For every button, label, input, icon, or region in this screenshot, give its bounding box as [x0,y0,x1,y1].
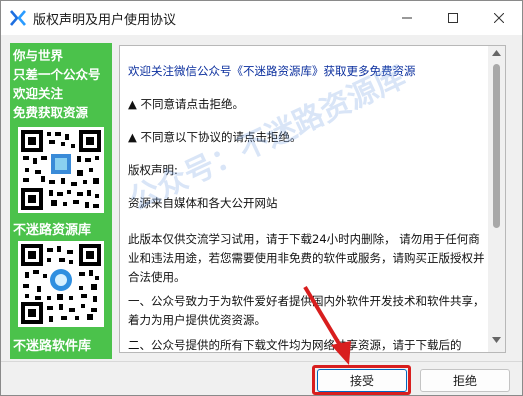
qr-code-image [18,127,104,213]
maximize-icon [448,12,458,23]
agreement-paragraph: 此版本仅供交流学习试用，请于下载24小时内删除， 请勿用于任何商业和违法用途，若… [128,232,485,284]
qr-caption: 不迷路软件库 [13,339,92,354]
x-logo-icon [9,9,27,27]
qr-code-image [18,241,104,327]
promo-line: 欢迎关注 [13,86,64,101]
accept-button[interactable]: 接受 [317,369,407,392]
promo-line: 免费获取资源 [13,105,89,120]
window-title: 版权声明及用户使用协议 [33,13,177,28]
agreement-paragraph: 资源来自媒体和各大公开网站 [128,196,278,210]
agreement-paragraph: 版权声明: [128,163,178,177]
scroll-down-arrow-icon [492,337,501,343]
minimize-button[interactable] [384,1,430,34]
minimize-icon [402,17,412,18]
promo-line: 你与世界 [13,48,64,63]
agreement-paragraph: 一、公众号致力于为软件爱好者提供国内外软件开发技术和软件共享，着力为用户提供优资… [128,294,485,327]
agreement-dialog: 版权声明及用户使用协议 你与世界 只差一个公众号 欢迎关注 免费获取资源 不迷路… [0,0,523,396]
close-button[interactable] [476,1,522,34]
agreement-paragraph: ▲ 不同意以下协议的请点击拒绝。 [128,130,302,144]
scroll-up-arrow-icon [492,50,501,56]
agreement-paragraph: ▲ 不同意请点击拒绝。 [128,97,244,111]
promo-line: 只差一个公众号 [13,67,101,82]
agreement-text-area[interactable]: 欢迎关注微信公众号《不迷路资源库》获取更多免费资源 ▲ 不同意请点击拒绝。 ▲ … [119,45,506,353]
close-icon [494,12,504,23]
agreement-paragraph: 欢迎关注微信公众号《不迷路资源库》获取更多免费资源 [128,64,416,78]
qr-caption: 不迷路资源库 [13,223,92,238]
reject-button[interactable]: 拒绝 [420,369,510,392]
vertical-scrollbar[interactable] [488,46,505,352]
maximize-button[interactable] [430,1,476,34]
scroll-thumb[interactable] [493,64,500,228]
title-bar: 版权声明及用户使用协议 [1,1,522,35]
promo-sidebar: 你与世界 只差一个公众号 欢迎关注 免费获取资源 不迷路资源库 不迷路软件库 [10,43,112,359]
agreement-paragraph: 二、公众号提供的所有下载文件均为网络共享资源，请于下载后的 [128,338,462,352]
